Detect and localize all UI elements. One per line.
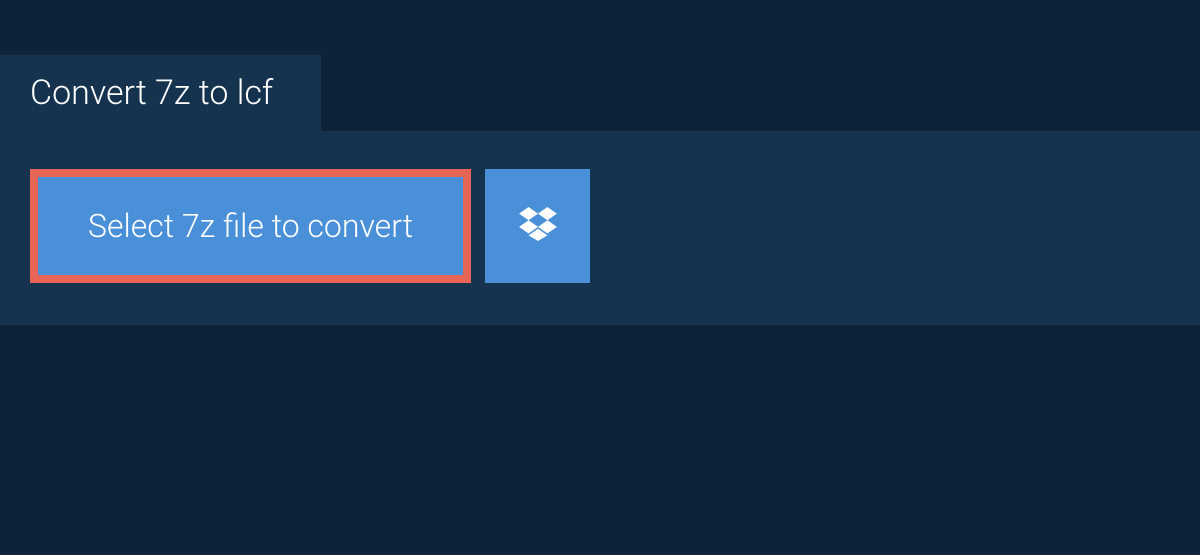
dropbox-icon xyxy=(519,207,557,245)
dropbox-button[interactable] xyxy=(485,169,590,283)
tab-convert[interactable]: Convert 7z to lcf xyxy=(0,55,321,131)
button-row: Select 7z file to convert xyxy=(30,169,1170,283)
tab-header: Convert 7z to lcf xyxy=(0,55,1200,131)
select-file-label: Select 7z file to convert xyxy=(88,207,413,245)
tab-label: Convert 7z to lcf xyxy=(30,73,273,113)
conversion-panel: Select 7z file to convert xyxy=(0,131,1200,325)
select-file-button[interactable]: Select 7z file to convert xyxy=(30,169,471,283)
